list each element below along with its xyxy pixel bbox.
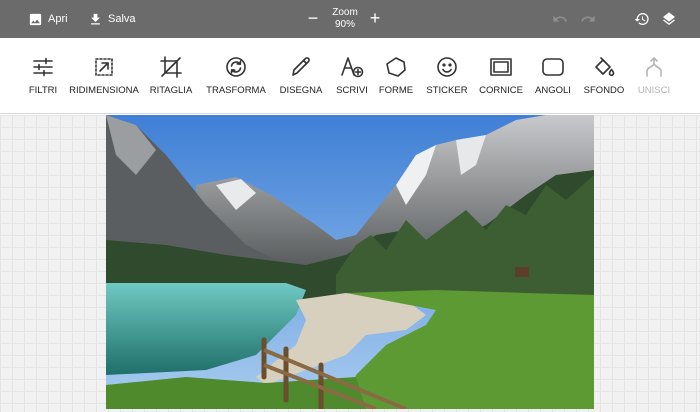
tool-filters[interactable]: FILTRI <box>22 38 64 114</box>
open-button[interactable]: Apri <box>28 0 68 38</box>
text-add-icon <box>341 57 364 78</box>
tool-crop[interactable]: RITAGLIA <box>150 38 192 114</box>
zoom-control: − Zoom 90% + <box>304 0 386 38</box>
shape-icon <box>386 57 406 77</box>
canvas-workspace <box>0 115 700 412</box>
merge-icon <box>646 57 662 77</box>
smiley-icon <box>437 57 457 77</box>
history-button[interactable] <box>634 11 650 27</box>
tool-write[interactable]: SCRIVI <box>332 38 372 114</box>
open-label: Apri <box>48 13 68 25</box>
crop-icon <box>160 56 182 78</box>
paint-bucket-icon <box>595 57 615 77</box>
tool-merge[interactable]: UNISCI <box>638 38 670 114</box>
tool-background[interactable]: SFONDO <box>583 38 625 114</box>
top-bar: Apri Salva − Zoom 90% + <box>0 0 700 38</box>
tool-resize[interactable]: RIDIMENSIONA <box>69 38 139 114</box>
layers-button[interactable] <box>661 11 677 27</box>
resize-icon <box>95 58 113 76</box>
tool-sticker[interactable]: STICKER <box>426 38 468 114</box>
undo-icon <box>553 15 567 22</box>
rotate-icon <box>226 57 246 77</box>
tool-label: UNISCI <box>637 85 671 96</box>
image-icon <box>29 13 42 25</box>
tool-frame[interactable]: CORNICE <box>479 38 523 114</box>
save-button[interactable]: Salva <box>88 0 136 38</box>
rounded-corner-icon <box>542 58 564 76</box>
tools-toolbar: FILTRI RIDIMENSIONA RITAGLIA TRASFORMA D… <box>0 38 700 114</box>
tool-transform[interactable]: TRASFORMA <box>206 38 266 114</box>
tool-draw[interactable]: DISEGNA <box>280 38 322 114</box>
sliders-icon <box>33 57 53 77</box>
save-label: Salva <box>108 13 136 25</box>
pencil-icon <box>292 57 310 76</box>
layers-icon <box>663 12 675 26</box>
history-icon <box>634 13 649 25</box>
redo-button[interactable] <box>580 11 596 27</box>
tool-shapes[interactable]: FORME <box>376 38 416 114</box>
frame-icon <box>490 58 512 76</box>
redo-icon <box>581 15 595 22</box>
landscape-photo <box>106 115 594 409</box>
image-canvas[interactable] <box>106 115 594 409</box>
download-icon <box>91 13 100 24</box>
undo-button[interactable] <box>552 11 568 27</box>
zoom-in-button[interactable]: + <box>368 9 382 27</box>
tool-corners[interactable]: ANGOLI <box>532 38 574 114</box>
